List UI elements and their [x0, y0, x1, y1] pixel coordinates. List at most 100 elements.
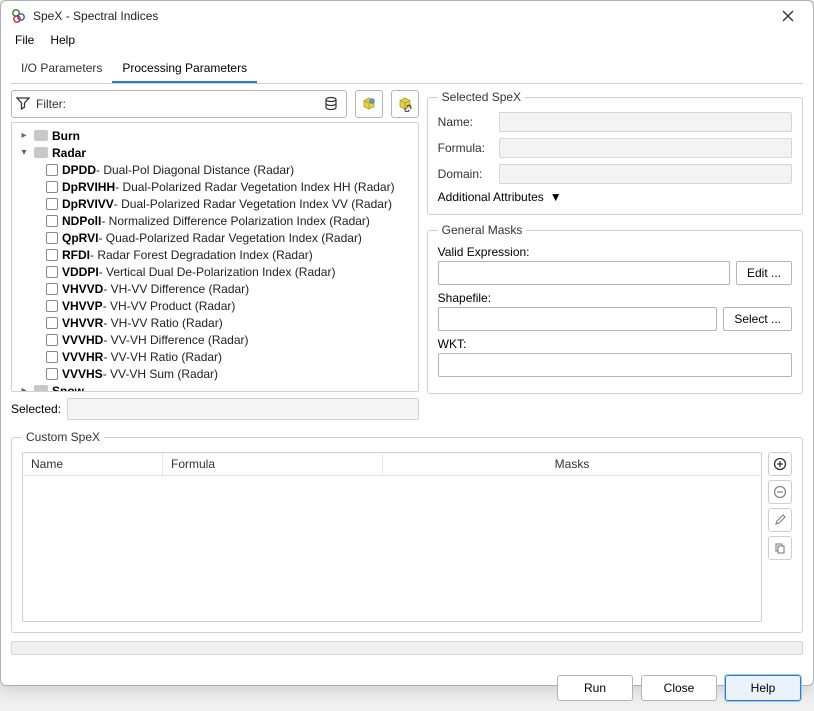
- remove-button[interactable]: [768, 480, 792, 504]
- selected-row: Selected:: [11, 398, 419, 420]
- content-area: I/O Parameters Processing Parameters Fil…: [1, 49, 813, 665]
- name-label: Name:: [438, 115, 493, 129]
- database-icon-button[interactable]: [320, 93, 342, 115]
- domain-value: [499, 164, 792, 184]
- tree-item-rfdi[interactable]: RFDI - Radar Forest Degradation Index (R…: [12, 246, 418, 263]
- tree-item-vvvhs[interactable]: VVVHS - VV-VH Sum (Radar): [12, 365, 418, 382]
- tab-processing-parameters[interactable]: Processing Parameters: [112, 55, 257, 83]
- checkbox[interactable]: [46, 317, 58, 329]
- checkbox[interactable]: [46, 215, 58, 227]
- valid-expression-input[interactable]: [438, 261, 730, 285]
- checkbox[interactable]: [46, 164, 58, 176]
- selected-spex-legend: Selected SpeX: [438, 90, 525, 104]
- checkbox[interactable]: [46, 198, 58, 210]
- checkbox[interactable]: [46, 249, 58, 261]
- general-masks-fieldset: General Masks Valid Expression: Edit ...…: [427, 223, 803, 394]
- general-masks-legend: General Masks: [438, 223, 527, 237]
- tree-item-vhvvd[interactable]: VHVVD - VH-VV Difference (Radar): [12, 280, 418, 297]
- tree-item-vvvhd[interactable]: VVVHD - VV-VH Difference (Radar): [12, 331, 418, 348]
- checkbox[interactable]: [46, 283, 58, 295]
- item-desc: - Dual-Pol Diagonal Distance (Radar): [96, 163, 294, 177]
- left-column: Filter:: [11, 90, 419, 420]
- tree-item-vhvvp[interactable]: VHVVP - VH-VV Product (Radar): [12, 297, 418, 314]
- horizontal-scrollbar[interactable]: [11, 641, 803, 655]
- right-column: Selected SpeX Name: Formula: Domain:: [427, 90, 803, 420]
- checkbox[interactable]: [46, 368, 58, 380]
- copy-button[interactable]: [768, 536, 792, 560]
- col-formula[interactable]: Formula: [163, 453, 383, 475]
- run-button[interactable]: Run: [557, 675, 633, 701]
- name-value: [499, 112, 792, 132]
- tree-item-dpdd[interactable]: DPDD - Dual-Pol Diagonal Distance (Radar…: [12, 161, 418, 178]
- tree-item-dprvivv[interactable]: DpRVIVV - Dual-Polarized Radar Vegetatio…: [12, 195, 418, 212]
- item-abbr: VHVVR: [62, 316, 103, 330]
- col-name[interactable]: Name: [23, 453, 163, 475]
- domain-label: Domain:: [438, 167, 493, 181]
- custom-spex-table[interactable]: Name Formula Masks: [22, 452, 762, 622]
- custom-spex-side-buttons: [768, 452, 792, 622]
- app-window: SpeX - Spectral Indices File Help I/O Pa…: [0, 0, 814, 686]
- tree-item-ndpoli[interactable]: NDPolI - Normalized Difference Polarizat…: [12, 212, 418, 229]
- additional-attributes-toggle[interactable]: Additional Attributes ▼: [438, 190, 792, 204]
- checkbox[interactable]: [46, 334, 58, 346]
- tree-node-label: Snow: [52, 384, 84, 393]
- footer: Run Close Help: [1, 665, 813, 711]
- checkbox[interactable]: [46, 266, 58, 278]
- tree-item-vddpi[interactable]: VDDPI - Vertical Dual De-Polarization In…: [12, 263, 418, 280]
- item-abbr: RFDI: [62, 248, 90, 262]
- selected-spex-fieldset: Selected SpeX Name: Formula: Domain:: [427, 90, 803, 215]
- item-desc: - VV-VH Sum (Radar): [103, 367, 218, 381]
- tree-item-qprvi[interactable]: QpRVI - Quad-Polarized Radar Vegetation …: [12, 229, 418, 246]
- spex-tree[interactable]: ▸ Burn ▾ Radar DPDD - Dual-Pol Diagonal …: [11, 122, 419, 392]
- cube-icon-button[interactable]: [355, 90, 383, 118]
- item-desc: - Vertical Dual De-Polarization Index (R…: [99, 265, 336, 279]
- col-masks[interactable]: Masks: [383, 453, 761, 475]
- tree-item-vvvhr[interactable]: VVVHR - VV-VH Ratio (Radar): [12, 348, 418, 365]
- add-button[interactable]: [768, 452, 792, 476]
- tree-node-radar[interactable]: ▾ Radar: [12, 144, 418, 161]
- app-icon: [11, 8, 27, 24]
- chain-cube-icon-button[interactable]: [391, 90, 419, 118]
- item-desc: - VH-VV Product (Radar): [103, 299, 236, 313]
- shapefile-input[interactable]: [438, 307, 718, 331]
- item-abbr: QpRVI: [62, 231, 98, 245]
- window-close-button[interactable]: [773, 1, 803, 31]
- tree-node-label: Burn: [52, 129, 80, 143]
- select-button[interactable]: Select ...: [723, 307, 792, 331]
- menu-help[interactable]: Help: [42, 31, 83, 49]
- tab-io-parameters[interactable]: I/O Parameters: [11, 55, 112, 83]
- help-button[interactable]: Help: [725, 675, 801, 701]
- checkbox[interactable]: [46, 300, 58, 312]
- window-title: SpeX - Spectral Indices: [33, 9, 773, 23]
- item-abbr: NDPolI: [62, 214, 101, 228]
- item-abbr: DPDD: [62, 163, 96, 177]
- item-desc: - VH-VV Ratio (Radar): [103, 316, 222, 330]
- wkt-input[interactable]: [438, 353, 792, 377]
- item-abbr: VVVHD: [62, 333, 103, 347]
- checkbox[interactable]: [46, 232, 58, 244]
- item-abbr: VDDPI: [62, 265, 99, 279]
- edit-button[interactable]: Edit ...: [736, 261, 792, 285]
- filter-input[interactable]: [70, 93, 320, 115]
- item-desc: - Quad-Polarized Radar Vegetation Index …: [98, 231, 361, 245]
- tree-node-burn[interactable]: ▸ Burn: [12, 127, 418, 144]
- checkbox[interactable]: [46, 351, 58, 363]
- table-header: Name Formula Masks: [23, 453, 761, 476]
- item-desc: - Radar Forest Degradation Index (Radar): [90, 248, 313, 262]
- close-button[interactable]: Close: [641, 675, 717, 701]
- chevron-down-icon: ▼: [550, 190, 562, 204]
- folder-icon: [34, 385, 48, 392]
- tree-item-dprvihh[interactable]: DpRVIHH - Dual-Polarized Radar Vegetatio…: [12, 178, 418, 195]
- item-desc: - VH-VV Difference (Radar): [103, 282, 249, 296]
- tree-item-vhvvr[interactable]: VHVVR - VH-VV Ratio (Radar): [12, 314, 418, 331]
- wkt-label: WKT:: [438, 337, 792, 351]
- titlebar: SpeX - Spectral Indices: [1, 1, 813, 31]
- item-abbr: VHVVP: [62, 299, 103, 313]
- edit-row-button[interactable]: [768, 508, 792, 532]
- menu-file[interactable]: File: [7, 31, 42, 49]
- chevron-down-icon: ▾: [18, 147, 30, 158]
- tree-node-snow[interactable]: ▸ Snow: [12, 382, 418, 392]
- custom-spex-fieldset: Custom SpeX Name Formula Masks: [11, 430, 803, 633]
- filter-box: Filter:: [11, 90, 347, 118]
- checkbox[interactable]: [46, 181, 58, 193]
